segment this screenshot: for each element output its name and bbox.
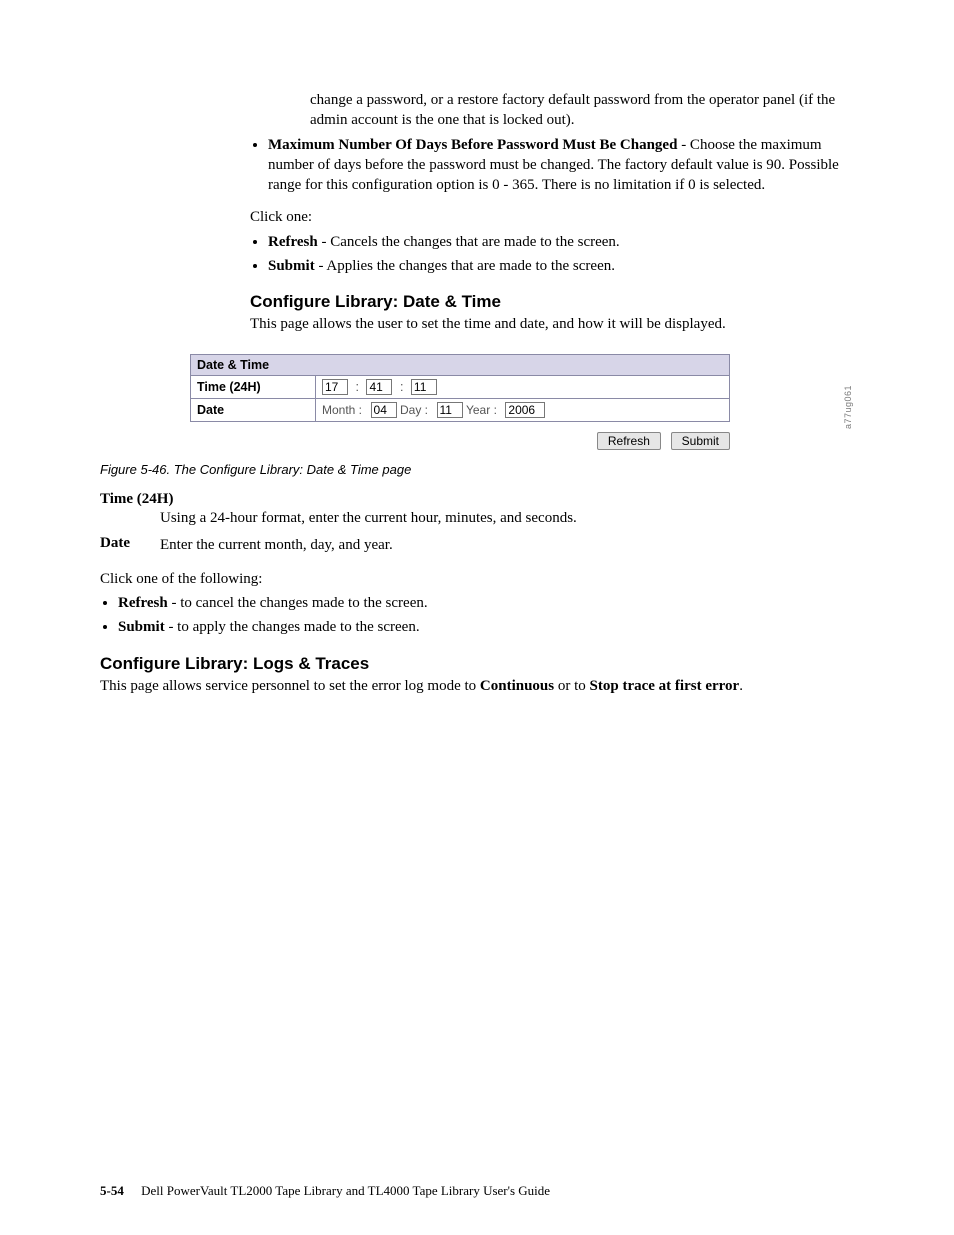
logs-desc: This page allows service personnel to se… (100, 676, 854, 696)
click-one-text: Click one: (250, 207, 854, 227)
row-time-label: Time (24H) (191, 376, 316, 399)
bullet-max-days-term: Maximum Number Of Days Before Password M… (268, 137, 677, 153)
bullet2-refresh-rest: - to cancel the changes made to the scre… (168, 595, 428, 611)
logs-desc-pre: This page allows service personnel to se… (100, 678, 480, 694)
page-number: 5-54 (100, 1183, 124, 1198)
bullet2-submit: Submit - to apply the changes made to th… (118, 617, 854, 637)
date-time-panel: Date & Time Time (24H) : : Date Mont (190, 354, 730, 422)
time-colon-1: : (351, 380, 362, 394)
day-input[interactable] (437, 402, 463, 418)
logs-desc-bold1: Continuous (480, 678, 554, 694)
year-input[interactable] (505, 402, 545, 418)
bullet-refresh: Refresh - Cancels the changes that are m… (268, 232, 854, 252)
heading-logs-traces: Configure Library: Logs & Traces (100, 654, 854, 674)
time-minute-input[interactable] (366, 379, 392, 395)
figure-side-code: a77ug061 (843, 385, 853, 429)
bullet-max-days: Maximum Number Of Days Before Password M… (268, 135, 854, 196)
row-time-inputs: : : (316, 376, 730, 399)
refresh-button[interactable]: Refresh (597, 432, 661, 450)
time-colon-2: : (396, 380, 407, 394)
panel-header: Date & Time (191, 355, 730, 376)
def-date-term: Date (100, 535, 150, 555)
bullet2-submit-term: Submit (118, 619, 165, 635)
row-date-label: Date (191, 399, 316, 422)
bullet-submit: Submit - Applies the changes that are ma… (268, 256, 854, 276)
panel-button-row: Refresh Submit (190, 432, 730, 450)
bullet-refresh-term: Refresh (268, 234, 318, 250)
heading-date-time: Configure Library: Date & Time (250, 292, 854, 312)
bullet-submit-term: Submit (268, 258, 315, 274)
time-hour-input[interactable] (322, 379, 348, 395)
bullet2-submit-rest: - to apply the changes made to the scree… (165, 619, 420, 635)
footer-title: Dell PowerVault TL2000 Tape Library and … (141, 1183, 550, 1198)
logs-desc-bold2: Stop trace at first error (590, 678, 740, 694)
top-continuation-block: change a password, or a restore factory … (310, 90, 854, 131)
logs-desc-tail: . (739, 678, 743, 694)
bullet-submit-rest: - Applies the changes that are made to t… (315, 258, 615, 274)
date-time-definitions: Time (24H) Using a 24-hour format, enter… (100, 491, 854, 696)
bullet2-refresh-term: Refresh (118, 595, 168, 611)
row-date-inputs: Month : Day : Year : (316, 399, 730, 422)
submit-button[interactable]: Submit (671, 432, 730, 450)
month-input[interactable] (371, 402, 397, 418)
figure-date-time: Date & Time Time (24H) : : Date Mont (190, 354, 854, 450)
def-date-desc: Enter the current month, day, and year. (160, 535, 854, 555)
def-time-desc: Using a 24-hour format, enter the curren… (160, 508, 854, 528)
page-footer: 5-54 Dell PowerVault TL2000 Tape Library… (100, 1183, 854, 1199)
month-label: Month : (322, 403, 367, 417)
click-following-text: Click one of the following: (100, 569, 854, 589)
bullet2-refresh: Refresh - to cancel the changes made to … (118, 593, 854, 613)
year-label: Year : (466, 403, 502, 417)
time-second-input[interactable] (411, 379, 437, 395)
day-label: Day : (400, 403, 433, 417)
date-time-desc: This page allows the user to set the tim… (250, 314, 854, 334)
lead-in-text: change a password, or a restore factory … (310, 90, 854, 131)
password-bullet-block: Maximum Number Of Days Before Password M… (250, 135, 854, 335)
def-time-term: Time (24H) (100, 491, 190, 508)
logs-desc-mid: or to (554, 678, 589, 694)
figure-caption: Figure 5-46. The Configure Library: Date… (100, 462, 854, 477)
bullet-refresh-rest: - Cancels the changes that are made to t… (318, 234, 620, 250)
